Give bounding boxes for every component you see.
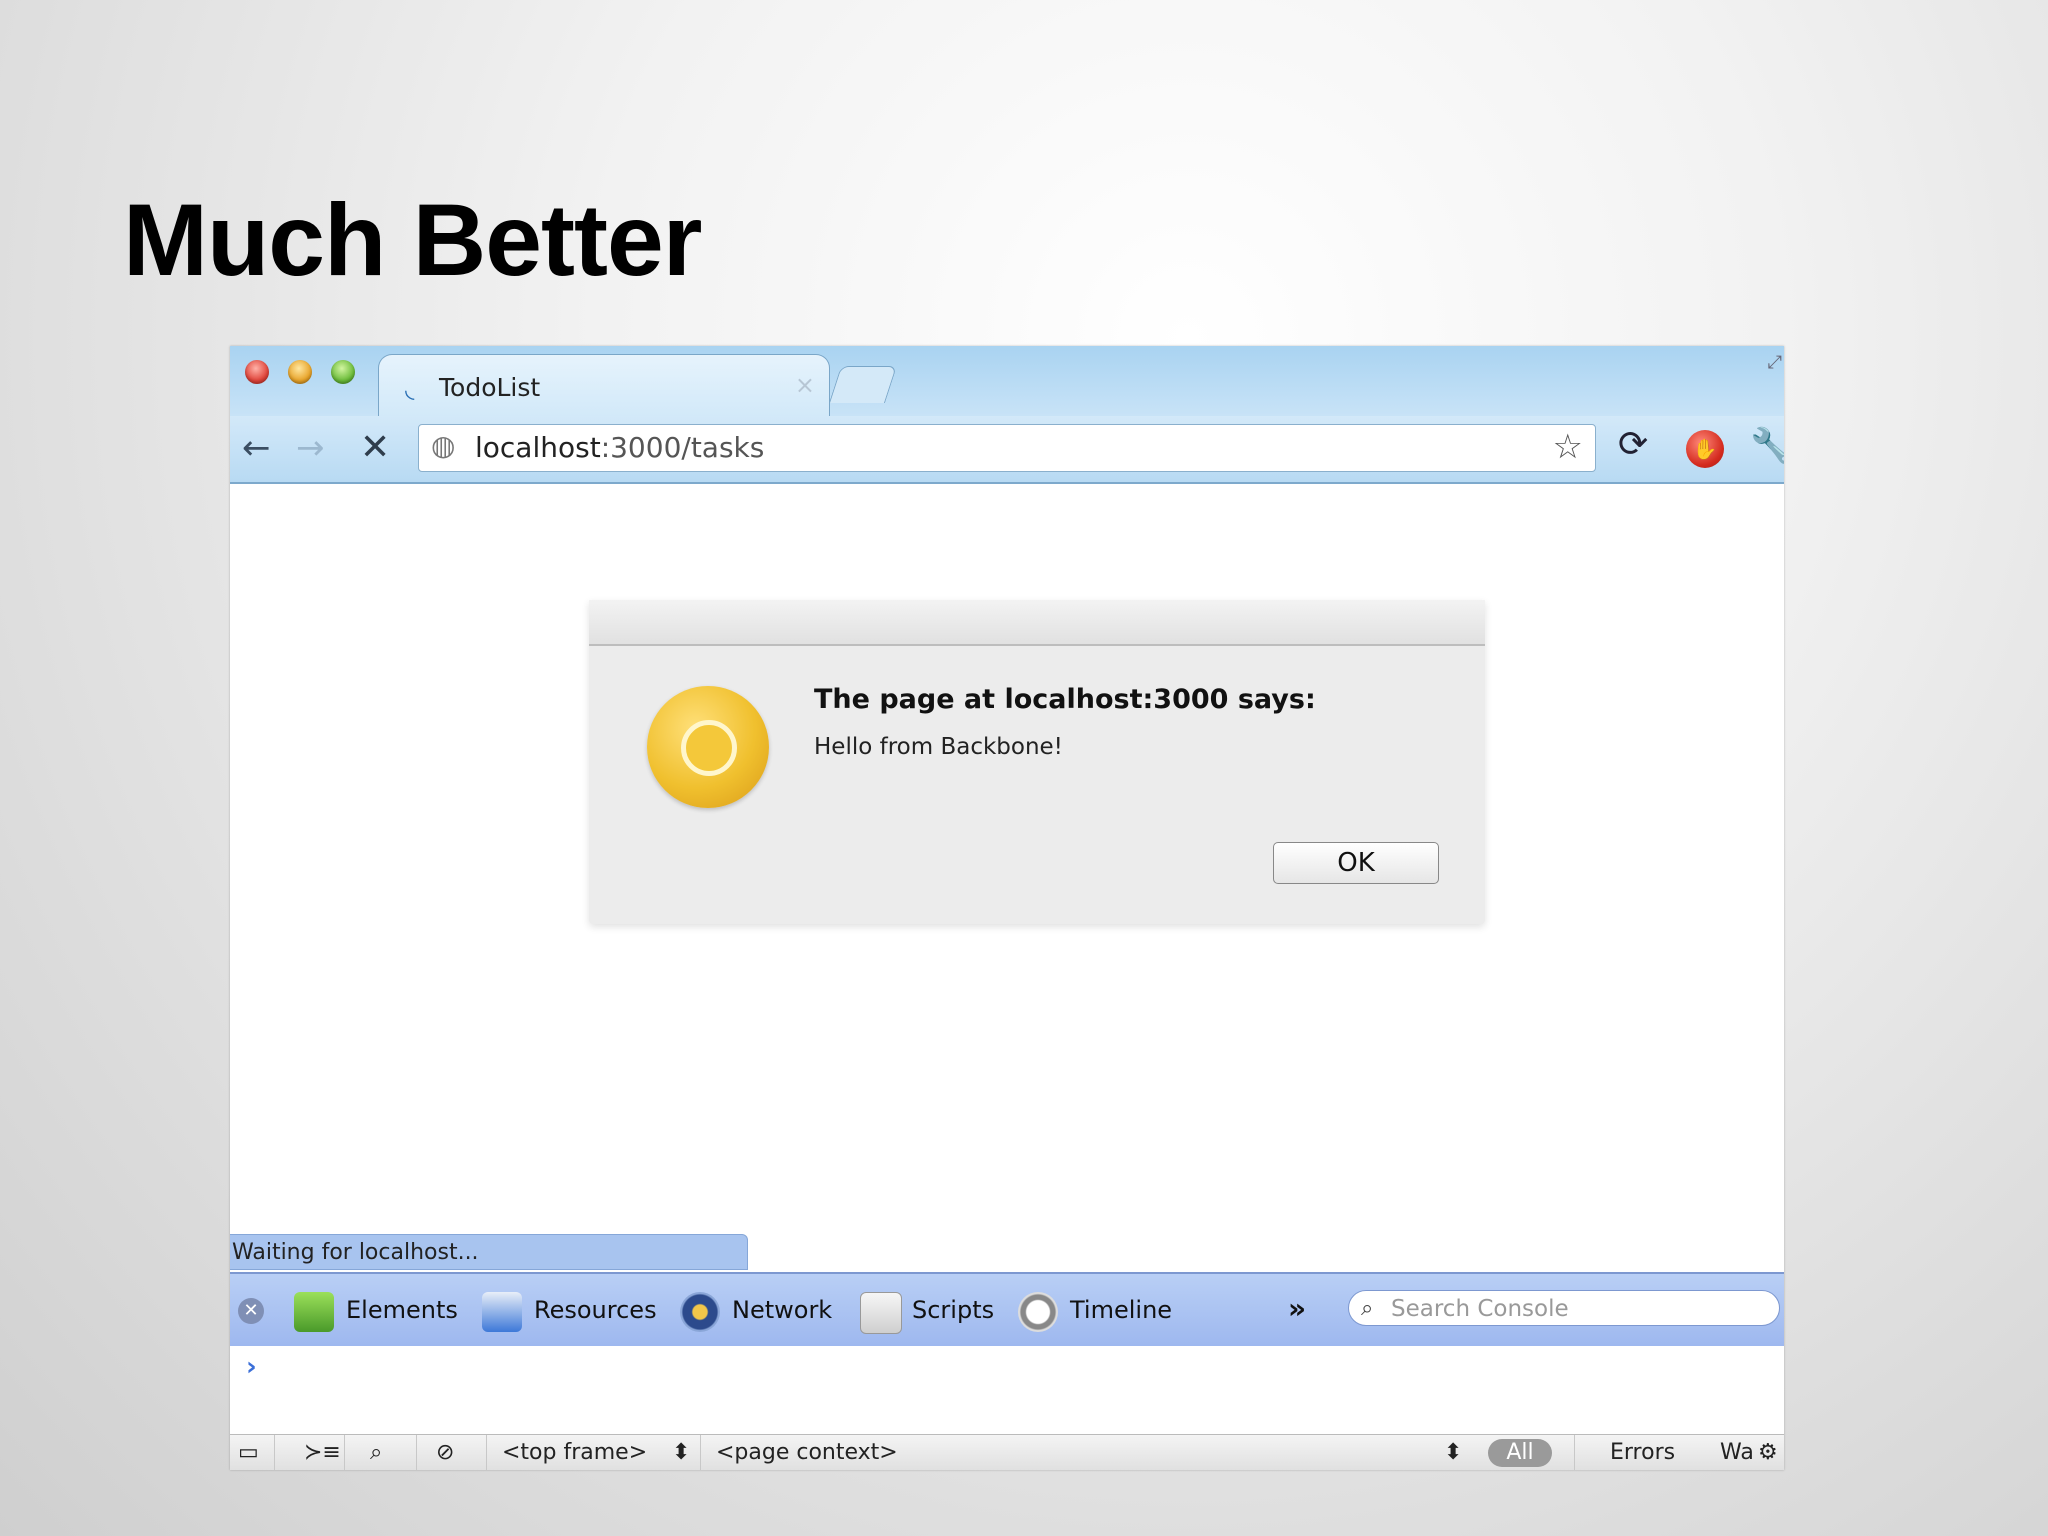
fullscreen-icon[interactable]: ⤢ [1768, 352, 1782, 373]
timeline-icon [1018, 1292, 1058, 1332]
scripts-icon [860, 1292, 902, 1334]
frame-select-arrows-icon: ⬍ [672, 1440, 691, 1465]
alert-dialog: The page at localhost:3000 says: Hello f… [589, 600, 1485, 924]
search-console-input[interactable]: ⌕ Search Console [1348, 1290, 1780, 1326]
inspect-search-icon[interactable]: ⌕ [370, 1439, 382, 1467]
minimize-window-button[interactable] [288, 360, 312, 384]
context-select-arrows-icon: ⬍ [1444, 1440, 1463, 1465]
tab-timeline-label: Timeline [1070, 1296, 1173, 1324]
separator [700, 1435, 701, 1470]
dialog-heading: The page at localhost:3000 says: [814, 684, 1316, 715]
url-host: localhost [475, 431, 601, 464]
title-bar: ◟ TodoList × ⤢ [230, 346, 1784, 417]
separator [344, 1435, 345, 1470]
network-icon [680, 1292, 720, 1332]
tab-network-label: Network [732, 1296, 833, 1324]
browser-window: ◟ TodoList × ⤢ ← → ✕ ◍ localhost:3000/ta… [230, 346, 1784, 1470]
url-path: :3000/tasks [600, 431, 765, 464]
zoom-window-button[interactable] [331, 360, 355, 384]
chrome-icon [647, 686, 769, 808]
tab-title: TodoList [439, 373, 541, 402]
slide-title: Much Better [123, 183, 702, 297]
close-window-button[interactable] [245, 360, 269, 384]
search-console-placeholder: Search Console [1391, 1296, 1569, 1322]
page-content: The page at localhost:3000 says: Hello f… [230, 484, 1784, 1470]
stop-button[interactable]: ✕ [360, 428, 390, 468]
separator [274, 1435, 275, 1470]
more-tabs-chevron-icon[interactable]: » [1288, 1292, 1306, 1325]
browser-toolbar: ← → ✕ ◍ localhost:3000/tasks ☆ ⟳ ✋ 🔧 [230, 416, 1784, 484]
filter-all[interactable]: All [1488, 1439, 1552, 1467]
stop-extension-icon[interactable]: ✋ [1686, 430, 1724, 468]
dialog-message: Hello from Backbone! [814, 734, 1063, 760]
console-prompt-icon: › [246, 1352, 257, 1382]
tab-scripts-label: Scripts [912, 1296, 995, 1324]
search-icon: ⌕ [1361, 1296, 1374, 1321]
filter-errors[interactable]: Errors [1610, 1439, 1675, 1467]
console-drawer-icon[interactable]: ≻≡ [304, 1439, 341, 1467]
devtools-close-icon[interactable]: ✕ [238, 1298, 264, 1324]
tab-resources-label: Resources [534, 1296, 657, 1324]
new-tab-button[interactable] [828, 366, 898, 403]
dialog-header [589, 600, 1485, 646]
separator [1574, 1435, 1575, 1470]
tab-todolist[interactable]: ◟ TodoList × [378, 354, 830, 417]
url-text: localhost:3000/tasks [475, 431, 764, 464]
forward-button[interactable]: → [296, 428, 325, 468]
tab-elements-label: Elements [346, 1296, 458, 1324]
filter-warnings[interactable]: Wa [1720, 1439, 1754, 1467]
resources-icon [482, 1292, 522, 1332]
back-button[interactable]: ← [242, 428, 271, 468]
wrench-icon[interactable]: 🔧 [1750, 426, 1784, 466]
separator [416, 1435, 417, 1470]
loading-spinner-icon: ◟ [405, 375, 415, 403]
ok-button[interactable]: OK [1273, 842, 1439, 884]
context-select[interactable]: <page context> [716, 1439, 898, 1467]
separator [486, 1435, 487, 1470]
address-bar[interactable]: ◍ localhost:3000/tasks ☆ [418, 424, 1596, 472]
frame-select[interactable]: <top frame> [502, 1439, 647, 1467]
console-status-bar: ▭ ≻≡ ⌕ ⊘ <top frame> ⬍ <page context> ⬍ … [230, 1434, 1784, 1470]
clear-console-icon[interactable]: ⊘ [436, 1439, 454, 1467]
globe-icon: ◍ [431, 429, 456, 462]
sync-icon[interactable]: ⟳ [1618, 424, 1648, 465]
dock-icon[interactable]: ▭ [238, 1439, 259, 1467]
elements-icon [294, 1292, 334, 1332]
devtools-toolbar: ✕ Elements Resources Network Scripts Tim… [230, 1272, 1784, 1348]
status-bubble: Waiting for localhost... [230, 1234, 748, 1270]
star-icon[interactable]: ☆ [1553, 427, 1583, 467]
settings-gear-icon[interactable]: ⚙ [1758, 1439, 1778, 1467]
tab-close-icon[interactable]: × [795, 371, 815, 399]
